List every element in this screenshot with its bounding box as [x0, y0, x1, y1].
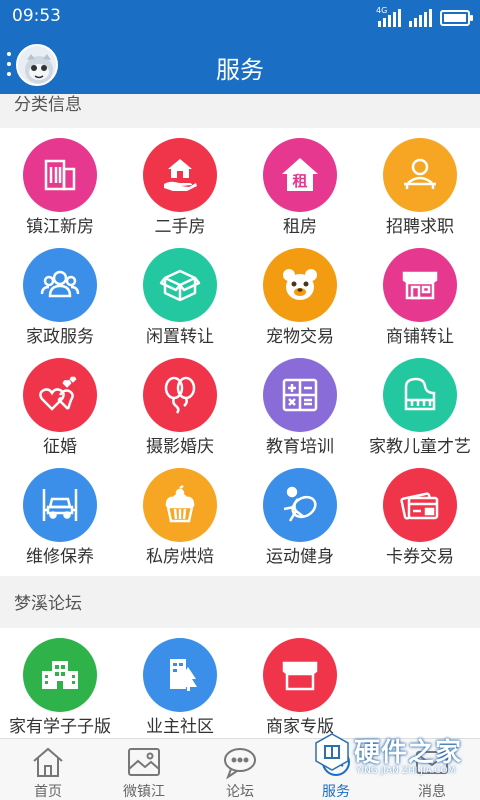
- service-item-pet-trade[interactable]: 宠物交易: [240, 238, 360, 348]
- pet-icon: [263, 248, 337, 322]
- forum-grid: 家有学子子版 业主社区 商家专版: [0, 628, 480, 738]
- service-item-label: 维修保养: [26, 547, 94, 567]
- watermark-logo-icon: [315, 733, 349, 771]
- nav-label: 服务: [322, 784, 350, 800]
- shop-icon: [383, 248, 457, 322]
- service-item-label: 家政服务: [26, 327, 94, 347]
- section-header-classifieds: 分类信息: [0, 94, 480, 128]
- service-item-second-hand-homes[interactable]: 二手房: [120, 128, 240, 238]
- nav-label: 微镇江: [123, 784, 165, 800]
- service-item-new-homes[interactable]: 镇江新房: [0, 128, 120, 238]
- chat-icon: [224, 748, 256, 779]
- calculator-icon: [263, 358, 337, 432]
- service-item-matchmaking[interactable]: 征婚: [0, 348, 120, 458]
- school-icon: [23, 638, 97, 712]
- running-icon: [263, 468, 337, 542]
- car-lift-icon: [23, 468, 97, 542]
- service-item-private-baking[interactable]: 私房烘焙: [120, 458, 240, 568]
- service-item-fitness[interactable]: 运动健身: [240, 458, 360, 568]
- watermark-text: 硬件之家: [354, 738, 463, 768]
- service-item-housekeeping[interactable]: 家政服务: [0, 238, 120, 348]
- status-time: 09:53: [12, 6, 61, 26]
- page-title: 服务: [216, 56, 264, 84]
- forum-item-label: 业主社区: [146, 717, 214, 737]
- service-item-label: 征婚: [43, 437, 77, 457]
- people-icon: [23, 248, 97, 322]
- battery-icon: [440, 10, 473, 26]
- status-indicators: 4G: [376, 6, 473, 27]
- classifieds-grid: 镇江新房 二手房 租 租房 招聘求职 家政服务 闲置转让 宠物交易 商铺转让 征…: [0, 128, 480, 576]
- community-icon: [143, 638, 217, 712]
- network-type: 4G: [376, 6, 388, 15]
- service-item-label: 摄影婚庆: [146, 437, 214, 457]
- service-item-label: 二手房: [154, 217, 206, 237]
- status-bar: 09:53 4G: [0, 0, 480, 34]
- service-item-label: 镇江新房: [26, 217, 94, 237]
- house-hand-icon: [143, 138, 217, 212]
- service-item-label: 闲置转让: [146, 327, 214, 347]
- service-item-education[interactable]: 教育培训: [240, 348, 360, 458]
- service-item-car-repair[interactable]: 维修保养: [0, 458, 120, 568]
- recruit-icon: [383, 138, 457, 212]
- service-item-label: 私房烘焙: [146, 547, 214, 567]
- forum-item-students[interactable]: 家有学子子版: [0, 628, 120, 738]
- box-icon: [143, 248, 217, 322]
- service-item-label: 卡券交易: [386, 547, 454, 567]
- service-item-label: 租房: [283, 217, 317, 237]
- service-item-label: 宠物交易: [266, 327, 334, 347]
- service-item-label: 商铺转让: [386, 327, 454, 347]
- balloons-icon: [143, 358, 217, 432]
- service-item-rent[interactable]: 租 租房: [240, 128, 360, 238]
- watermark-subtext: YING JIAN ZHI JIA.COM: [356, 766, 456, 776]
- section-title: 梦溪论坛: [14, 594, 82, 614]
- rent-house-icon: 租: [263, 138, 337, 212]
- piano-icon: [383, 358, 457, 432]
- store-icon: [263, 638, 337, 712]
- signal-strength-icon: [409, 9, 432, 27]
- service-item-tutoring[interactable]: 家教儿童才艺: [360, 348, 480, 458]
- service-item-label: 运动健身: [266, 547, 334, 567]
- nav-label: 消息: [418, 784, 446, 800]
- service-item-label: 教育培训: [266, 437, 334, 457]
- watermark: 硬件之家 YING JIAN ZHI JIA.COM: [312, 730, 480, 776]
- forum-item-merchants[interactable]: 商家专版: [240, 628, 360, 738]
- nav-label: 论坛: [226, 784, 254, 800]
- app-header: 服务: [0, 34, 480, 94]
- hearts-icon: [23, 358, 97, 432]
- nav-forum[interactable]: 论坛: [192, 739, 288, 800]
- section-header-forum: 梦溪论坛: [0, 580, 480, 628]
- nav-home[interactable]: 首页: [0, 739, 96, 800]
- cellular-signal-icon: 4G: [376, 6, 401, 27]
- service-item-shop-transfer[interactable]: 商铺转让: [360, 238, 480, 348]
- home-icon: [33, 747, 63, 777]
- nav-label: 首页: [34, 784, 62, 800]
- service-item-wedding-photo[interactable]: 摄影婚庆: [120, 348, 240, 458]
- cake-icon: [143, 468, 217, 542]
- section-title: 分类信息: [14, 95, 82, 115]
- service-item-recruitment[interactable]: 招聘求职: [360, 128, 480, 238]
- service-item-label: 招聘求职: [386, 217, 454, 237]
- forum-item-owners-community[interactable]: 业主社区: [120, 628, 240, 738]
- forum-item-label: 家有学子子版: [9, 717, 111, 737]
- service-item-idle-transfer[interactable]: 闲置转让: [120, 238, 240, 348]
- image-icon: [128, 748, 160, 776]
- service-item-coupon-trade[interactable]: 卡券交易: [360, 458, 480, 568]
- building-icon: [23, 138, 97, 212]
- card-icon: [383, 468, 457, 542]
- service-item-label: 家教儿童才艺: [369, 437, 471, 457]
- nav-micro-zhenjiang[interactable]: 微镇江: [96, 739, 192, 800]
- svg-text:租: 租: [292, 172, 307, 190]
